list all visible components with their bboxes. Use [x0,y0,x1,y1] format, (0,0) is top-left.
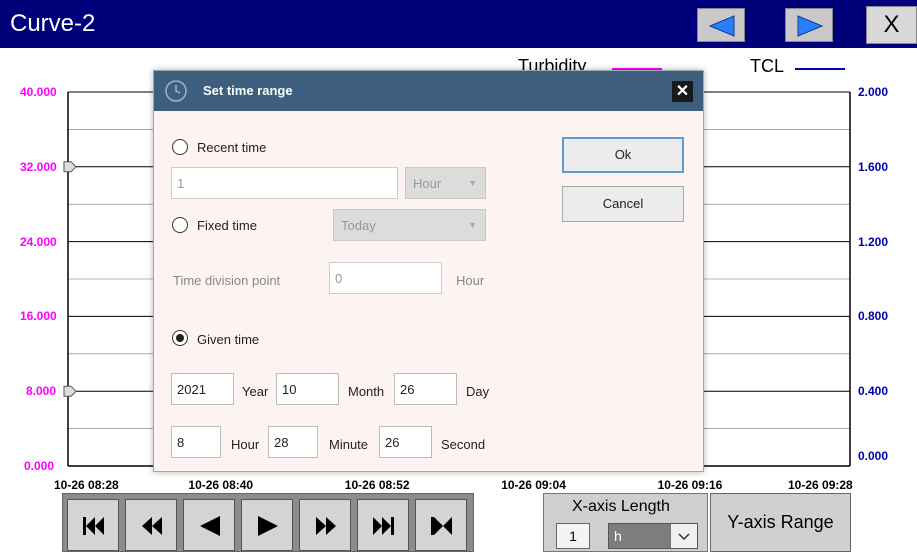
given-time-radio[interactable] [172,330,188,346]
ok-button[interactable]: Ok [562,137,684,173]
title-bar: Curve-2 X [0,0,917,51]
x-axis-unit-value: h [614,528,622,544]
step-back-button[interactable] [183,499,235,551]
given-time-label: Given time [197,332,260,347]
y-right-tick-label: 1.200 [858,234,889,249]
chevron-down-icon: ▼ [468,178,477,188]
skip-to-newest-icon [431,517,452,535]
recent-time-radio[interactable] [172,139,188,155]
x-axis-length-input[interactable]: 1 [556,523,590,549]
minute-input[interactable]: 28 [268,426,318,458]
y-right-tick-label: 1.600 [858,159,889,174]
playback-toolbar [62,493,474,552]
chevron-down-icon: ▼ [468,220,477,230]
fast-forward-button[interactable] [299,499,351,551]
x-tick-label: 10-26 08:40 [188,478,254,492]
day-input[interactable]: 26 [394,373,457,405]
skip-to-newest-button[interactable] [415,499,467,551]
x-axis-unit-select[interactable]: h [608,523,698,549]
time-division-input[interactable]: 0 [329,262,442,294]
bottom-controls: X-axis Length 1 h Y-axis Range [0,493,917,552]
time-division-unit: Hour [456,273,485,288]
next-button[interactable] [785,8,833,42]
time-division-label: Time division point [173,273,281,288]
y-left-tick-label: 0.000 [24,459,55,473]
y-axis-range-button[interactable]: Y-axis Range [710,493,851,552]
close-window-button[interactable]: X [866,6,917,44]
day-label: Day [466,384,490,399]
legend-tcl-swatch [795,68,845,70]
rewind-button[interactable] [125,499,177,551]
skip-to-start-icon [83,517,104,535]
y-right-tick-label: 2.000 [858,85,889,99]
x-tick-label: 10-26 08:52 [344,478,410,492]
hour-label: Hour [231,437,260,452]
fast-forward-icon [316,517,336,535]
x-tick-label: 10-26 09:04 [501,478,566,492]
month-label: Month [348,384,385,399]
y-left-tick-label: 24.000 [20,234,57,249]
y-right-tick-label: 0.400 [858,384,889,399]
clock-icon [165,80,187,102]
step-back-icon [200,516,220,536]
arrow-right-icon [797,15,824,37]
axis-marker[interactable] [63,161,77,173]
skip-to-end-icon [373,517,394,535]
year-input[interactable]: 2021 [171,373,234,405]
fixed-time-label: Fixed time [197,218,257,233]
play-button[interactable] [241,499,293,551]
y-left-tick-label: 40.000 [20,85,57,99]
y-right-tick-label: 0.000 [858,449,889,463]
y-left-tick-label: 16.000 [20,309,57,324]
set-time-range-dialog: Set time range ✕ Recent time 1 Hour ▼ Fi… [153,70,704,472]
chevron-down-icon [670,524,697,548]
cancel-button[interactable]: Cancel [562,186,684,222]
fixed-time-value: Today [341,218,376,233]
y-left-tick-label: 32.000 [20,159,57,174]
fixed-time-radio[interactable] [172,217,188,233]
hour-input[interactable]: 8 [171,426,221,458]
y-right-tick-label: 0.800 [858,309,889,324]
dialog-header: Set time range ✕ [154,71,703,111]
legend-tcl-label: TCL [750,56,785,76]
skip-to-end-button[interactable] [357,499,409,551]
x-tick-label: 10-26 09:16 [657,478,723,492]
window-title: Curve-2 [10,10,96,37]
dialog-title: Set time range [203,83,293,98]
fixed-time-select[interactable]: Today ▼ [333,209,486,241]
arrow-left-icon [708,15,735,37]
recent-time-unit-value: Hour [413,176,442,191]
x-axis-length-panel: X-axis Length 1 h [543,493,708,552]
minute-label: Minute [329,437,369,452]
year-label: Year [242,384,269,399]
play-icon [258,516,278,536]
previous-button[interactable] [697,8,745,42]
month-input[interactable]: 10 [276,373,339,405]
x-tick-label: 10-26 08:28 [54,478,119,492]
x-tick-label: 10-26 09:28 [788,478,853,492]
x-axis-length-label: X-axis Length [572,498,670,515]
dialog-close-button[interactable]: ✕ [672,81,693,102]
rewind-icon [142,517,162,535]
recent-time-unit-select[interactable]: Hour ▼ [405,167,486,199]
recent-time-label: Recent time [197,140,267,155]
axis-marker[interactable] [63,385,77,397]
recent-time-input[interactable]: 1 [171,167,398,199]
y-left-tick-label: 8.000 [26,384,57,399]
second-input[interactable]: 26 [379,426,432,458]
skip-to-start-button[interactable] [67,499,119,551]
second-label: Second [441,437,486,452]
